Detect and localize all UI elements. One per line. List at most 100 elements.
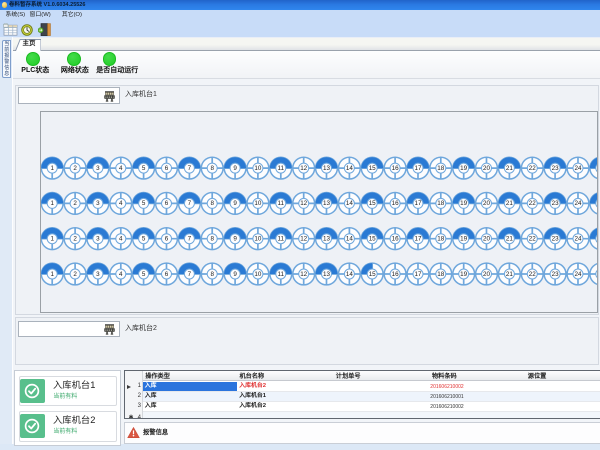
svg-text:21: 21 [506,165,513,172]
svg-text:3: 3 [96,271,100,278]
svg-text:11: 11 [278,165,285,172]
svg-text:4: 4 [119,271,123,278]
svg-text:3: 3 [96,165,100,172]
svg-text:7: 7 [188,165,192,172]
svg-text:7: 7 [188,200,192,207]
svg-text:24: 24 [575,271,582,278]
svg-text:6: 6 [165,271,169,278]
svg-text:23: 23 [552,236,559,243]
svg-text:18: 18 [438,165,445,172]
svg-text:11: 11 [278,236,285,243]
svg-text:8: 8 [211,236,215,243]
svg-text:5: 5 [142,200,146,207]
svg-text:2: 2 [74,200,78,207]
svg-text:25: 25 [598,236,599,243]
svg-text:10: 10 [255,271,262,278]
svg-text:10: 10 [255,236,262,243]
svg-text:5: 5 [142,236,146,243]
svg-text:4: 4 [119,200,123,207]
svg-text:10: 10 [255,200,262,207]
svg-text:9: 9 [234,271,238,278]
svg-text:7: 7 [188,271,192,278]
svg-text:18: 18 [438,236,445,243]
svg-text:1: 1 [51,200,55,207]
svg-text:2: 2 [74,236,78,243]
svg-text:21: 21 [506,271,513,278]
svg-text:13: 13 [323,165,330,172]
svg-text:18: 18 [438,271,445,278]
svg-text:23: 23 [552,165,559,172]
svg-text:5: 5 [142,165,146,172]
svg-text:6: 6 [165,236,169,243]
svg-text:8: 8 [211,271,215,278]
svg-text:17: 17 [415,200,422,207]
svg-text:1: 1 [51,165,55,172]
svg-text:25: 25 [598,165,599,172]
svg-text:3: 3 [96,236,100,243]
svg-text:16: 16 [392,271,399,278]
svg-text:16: 16 [392,200,399,207]
svg-text:7: 7 [188,236,192,243]
svg-text:19: 19 [460,271,467,278]
svg-text:15: 15 [369,271,376,278]
svg-text:12: 12 [300,236,307,243]
svg-text:24: 24 [575,200,582,207]
svg-text:13: 13 [323,200,330,207]
svg-text:25: 25 [598,200,599,207]
svg-text:16: 16 [392,165,399,172]
svg-text:18: 18 [438,200,445,207]
svg-text:15: 15 [369,236,376,243]
svg-text:21: 21 [506,200,513,207]
svg-text:1: 1 [51,236,55,243]
svg-text:23: 23 [552,271,559,278]
svg-text:17: 17 [415,165,422,172]
svg-text:2: 2 [74,165,78,172]
svg-text:22: 22 [529,165,536,172]
svg-text:24: 24 [575,165,582,172]
svg-text:11: 11 [278,200,285,207]
svg-text:12: 12 [300,165,307,172]
svg-text:9: 9 [234,200,238,207]
svg-text:15: 15 [369,165,376,172]
svg-text:8: 8 [211,165,215,172]
svg-text:13: 13 [323,236,330,243]
svg-text:11: 11 [278,271,285,278]
svg-text:22: 22 [529,236,536,243]
svg-text:15: 15 [369,200,376,207]
svg-text:4: 4 [119,236,123,243]
svg-text:23: 23 [552,200,559,207]
svg-text:13: 13 [323,271,330,278]
svg-text:9: 9 [234,165,238,172]
svg-text:20: 20 [483,200,490,207]
svg-text:20: 20 [483,165,490,172]
svg-text:21: 21 [506,236,513,243]
svg-text:12: 12 [300,271,307,278]
svg-text:20: 20 [483,271,490,278]
svg-text:1: 1 [51,271,55,278]
svg-text:22: 22 [529,271,536,278]
svg-text:25: 25 [598,271,599,278]
svg-text:17: 17 [415,236,422,243]
svg-text:24: 24 [575,236,582,243]
svg-text:14: 14 [346,271,353,278]
svg-text:9: 9 [234,236,238,243]
svg-text:10: 10 [255,165,262,172]
svg-text:2: 2 [74,271,78,278]
svg-text:8: 8 [211,200,215,207]
svg-text:6: 6 [165,200,169,207]
svg-text:5: 5 [142,271,146,278]
svg-text:19: 19 [460,165,467,172]
svg-text:19: 19 [460,200,467,207]
svg-text:22: 22 [529,200,536,207]
svg-text:14: 14 [346,236,353,243]
svg-text:14: 14 [346,200,353,207]
svg-text:4: 4 [119,165,123,172]
svg-text:12: 12 [300,200,307,207]
svg-text:17: 17 [415,271,422,278]
svg-text:6: 6 [165,165,169,172]
svg-text:19: 19 [460,236,467,243]
svg-text:3: 3 [96,200,100,207]
svg-text:14: 14 [346,165,353,172]
svg-text:20: 20 [483,236,490,243]
svg-text:16: 16 [392,236,399,243]
